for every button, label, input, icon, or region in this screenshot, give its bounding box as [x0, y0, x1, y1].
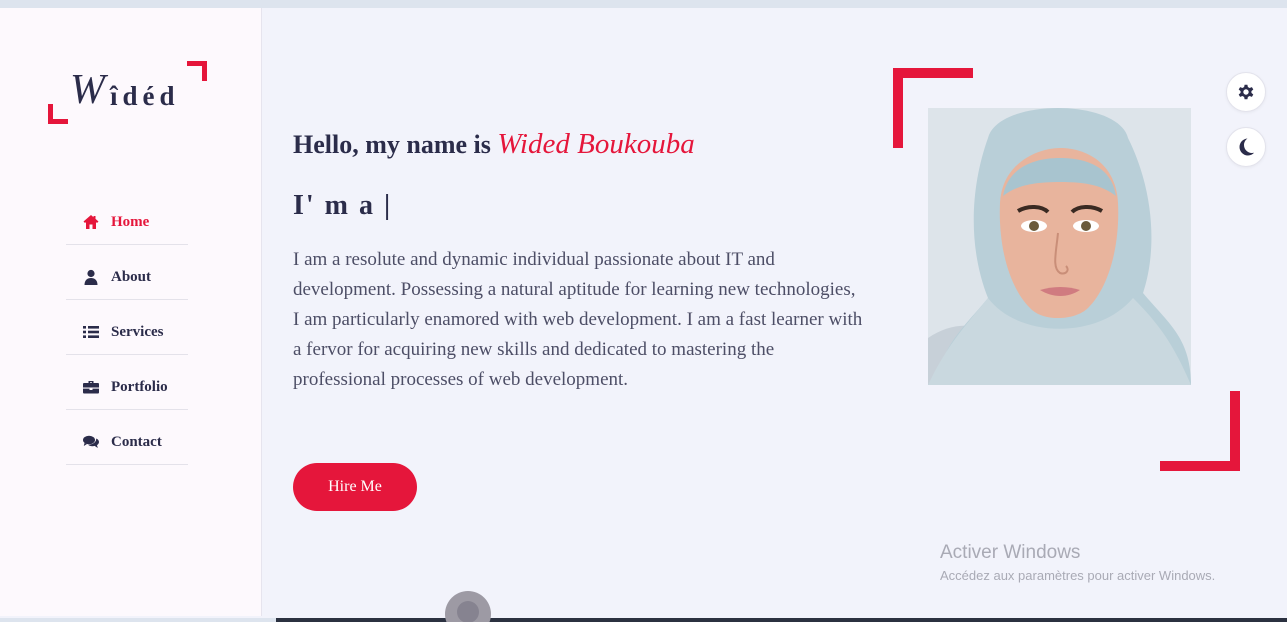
- watermark-title: Activer Windows: [940, 542, 1081, 563]
- greeting-text: Hello, my name is: [293, 130, 498, 159]
- window-top-border: [0, 0, 1287, 8]
- nav-item-about[interactable]: About: [66, 255, 188, 300]
- home-icon: [82, 214, 100, 230]
- sidebar: W îdéd Home About Services Portfolio Con…: [0, 8, 262, 616]
- nav-item-portfolio[interactable]: Portfolio: [66, 365, 188, 410]
- nav-item-home[interactable]: Home: [66, 200, 188, 245]
- typing-text: I' m a |: [293, 190, 393, 221]
- logo-text: îdéd: [110, 81, 180, 111]
- briefcase-icon: [82, 379, 100, 395]
- nav-item-services[interactable]: Services: [66, 310, 188, 355]
- bottom-edge-left: [0, 618, 276, 622]
- logo-first-letter: W: [70, 67, 105, 113]
- logo[interactable]: W îdéd: [48, 61, 208, 133]
- scroll-top-avatar[interactable]: [445, 591, 491, 622]
- profile-photo: [928, 108, 1191, 385]
- watermark-subtitle: Accédez aux paramètres pour activer Wind…: [940, 568, 1216, 583]
- avatar-head-icon: [457, 601, 479, 622]
- photo-frame-bottom-right: [1160, 391, 1240, 471]
- nav-label-about: About: [111, 268, 152, 285]
- hero-greeting: Hello, my name is Wided Boukouba: [293, 128, 695, 161]
- hero-description: I am a resolute and dynamic individual p…: [293, 249, 863, 390]
- nav-label-home: Home: [111, 213, 150, 230]
- gear-icon: [1236, 82, 1256, 102]
- nav-label-portfolio: Portfolio: [111, 378, 168, 395]
- bottom-edge: [276, 618, 1287, 622]
- logo-corner-top-right: [187, 61, 207, 81]
- list-icon: [82, 324, 100, 340]
- nav-label-contact: Contact: [111, 433, 162, 450]
- nav-label-services: Services: [111, 323, 164, 340]
- main-nav: Home About Services Portfolio Contact: [66, 200, 188, 475]
- theme-toggle-button[interactable]: [1226, 127, 1266, 167]
- user-icon: [82, 269, 100, 285]
- nav-item-contact[interactable]: Contact: [66, 420, 188, 465]
- settings-button[interactable]: [1226, 72, 1266, 112]
- windows-activation-watermark: Activer Windows Accédez aux paramètres p…: [940, 542, 1215, 586]
- hero-name: Wided Boukouba: [497, 128, 695, 160]
- comments-icon: [82, 434, 100, 450]
- logo-corner-bottom-left: [48, 104, 68, 124]
- hire-me-button[interactable]: Hire Me: [293, 463, 417, 511]
- moon-icon: [1236, 137, 1256, 157]
